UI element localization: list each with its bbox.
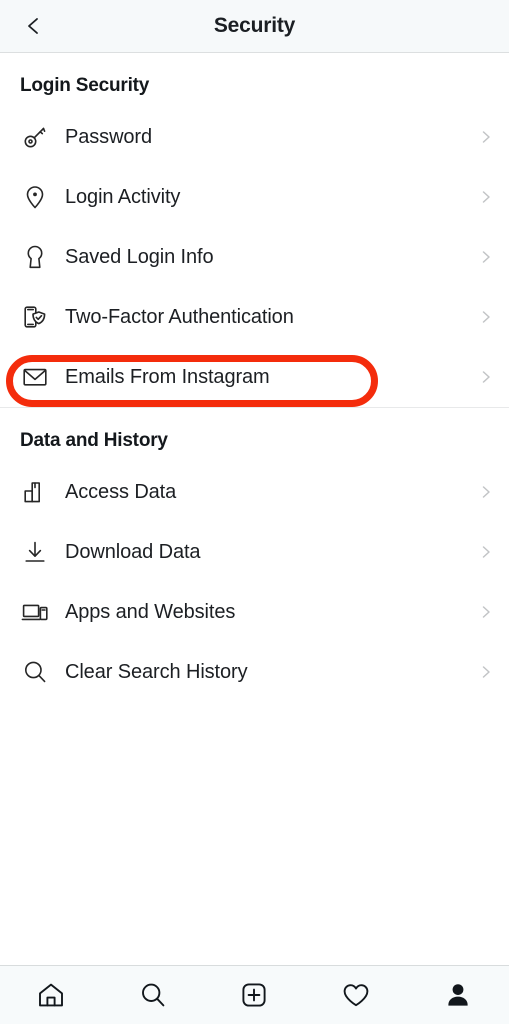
section-heading: Data and History <box>20 430 168 451</box>
chevron-right-icon <box>478 544 494 560</box>
list-item-label: Emails From Instagram <box>65 365 270 388</box>
laptop-phone-icon <box>20 597 50 627</box>
page-title: Security <box>213 14 296 37</box>
security-settings-screen: Security Login Security Password Login A… <box>0 0 509 1024</box>
bar-chart-icon <box>20 477 50 507</box>
chevron-left-icon <box>23 15 45 37</box>
list-item-label: Password <box>65 125 153 148</box>
search-icon <box>20 657 50 687</box>
list-item-label: Download Data <box>65 540 201 563</box>
chevron-right-icon <box>478 129 494 145</box>
nav-item-create[interactable] <box>219 966 289 1024</box>
list-item-download-data[interactable]: Download Data <box>0 522 509 582</box>
section-heading: Login Security <box>20 75 150 96</box>
list-item-apps-and-websites[interactable]: Apps and Websites <box>0 582 509 642</box>
plus-square-icon <box>239 980 269 1010</box>
list-item-label: Clear Search History <box>65 660 248 683</box>
list-item-clear-search-history[interactable]: Clear Search History <box>0 642 509 702</box>
chevron-right-icon <box>478 484 494 500</box>
download-arrow-icon <box>20 537 50 567</box>
list-item-saved-login-info[interactable]: Saved Login Info <box>0 227 509 287</box>
location-pin-icon <box>20 182 50 212</box>
list-item-access-data[interactable]: Access Data <box>0 462 509 522</box>
chevron-right-icon <box>478 249 494 265</box>
chevron-right-icon <box>478 604 494 620</box>
nav-item-home[interactable] <box>16 966 86 1024</box>
chevron-right-icon <box>478 309 494 325</box>
list-item-emails-from-instagram[interactable]: Emails From Instagram <box>0 347 509 407</box>
section-login-security: Login Security Password Login Activity S… <box>0 53 509 407</box>
list-item-label: Apps and Websites <box>65 600 236 623</box>
heart-icon <box>341 980 371 1010</box>
list-item-label: Login Activity <box>65 185 181 208</box>
person-filled-icon <box>443 980 473 1010</box>
nav-item-activity[interactable] <box>321 966 391 1024</box>
chevron-right-icon <box>478 369 494 385</box>
back-button[interactable] <box>12 0 56 52</box>
app-header: Security <box>0 0 509 53</box>
list-item-login-activity[interactable]: Login Activity <box>0 167 509 227</box>
list-item-label: Access Data <box>65 480 177 503</box>
settings-list: Login Security Password Login Activity S… <box>0 53 509 965</box>
key-icon <box>20 122 50 152</box>
envelope-icon <box>20 362 50 392</box>
chevron-right-icon <box>478 664 494 680</box>
section-data-and-history: Data and History Access Data Download Da… <box>0 407 509 702</box>
list-item-two-factor-authentication[interactable]: Two-Factor Authentication <box>0 287 509 347</box>
bottom-navigation-bar <box>0 965 509 1024</box>
list-item-label: Two-Factor Authentication <box>65 305 294 328</box>
home-icon <box>36 980 66 1010</box>
chevron-right-icon <box>478 189 494 205</box>
list-item-password[interactable]: Password <box>0 107 509 167</box>
phone-shield-check-icon <box>20 302 50 332</box>
nav-item-profile[interactable] <box>423 966 493 1024</box>
list-item-label: Saved Login Info <box>65 245 214 268</box>
keyhole-icon <box>20 242 50 272</box>
nav-item-search[interactable] <box>118 966 188 1024</box>
search-icon <box>138 980 168 1010</box>
